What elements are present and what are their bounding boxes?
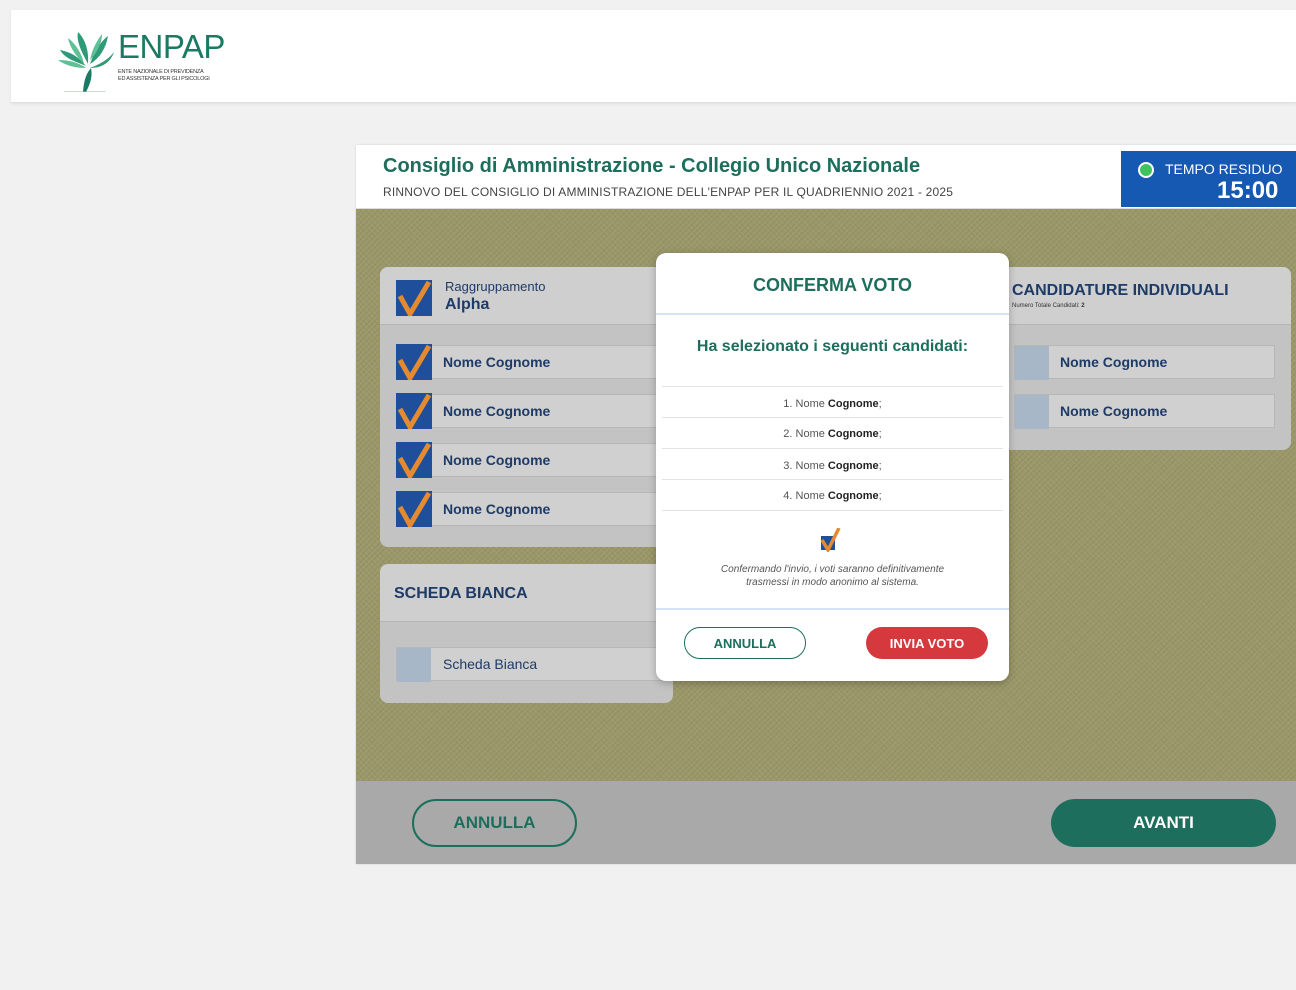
group-label: Raggruppamento [445,279,546,294]
modal-divider [656,313,1009,315]
individual-title: CANDIDATURE INDIVIDUALI [1012,282,1229,299]
selection-item: 1. Nome Cognome; [783,398,882,410]
unchecked-box-icon[interactable] [397,648,431,682]
ballot-title: Consiglio di Amministrazione - Collegio … [383,155,921,177]
unchecked-box-icon[interactable] [1015,395,1049,429]
timer-box: TEMPO RESIDUO 15:00 [1121,151,1296,207]
group-checked-icon[interactable] [396,280,432,316]
selection-item: 2. Nome Cognome; [783,428,882,440]
modal-note: Confermando l'invio, i voti saranno defi… [720,564,945,588]
candidate-name: Nome Cognome [1060,354,1168,370]
vote-check-icon [820,528,841,552]
logo-subtitle-line-2: ED ASSISTENZA PER GLI PSICOLOGI [118,76,210,82]
site-header: ENPAP ENTE NAZIONALE DI PREVIDENZA ED AS… [11,10,1296,103]
modal-title: CONFERMA VOTO [752,275,912,295]
checked-icon[interactable] [396,442,432,478]
candidate-name: Nome Cognome [1060,403,1168,419]
modal-cancel-button[interactable]: ANNULLA [684,627,806,659]
unchecked-box-icon[interactable] [1015,346,1049,380]
candidate-name: Nome Cognome [443,501,551,517]
individual-count: Numero Totale Candidati: 2 [1012,303,1085,309]
candidate-name: Nome Cognome [443,452,551,468]
modal-lead: Ha selezionato i seguenti candidati: [696,338,969,355]
ballot-footer: ANNULLA AVANTI [356,781,1296,864]
checked-icon[interactable] [396,491,432,527]
selection-divider [662,448,1003,449]
send-vote-button[interactable]: INVIA VOTO [866,627,988,659]
candidate-name: Nome Cognome [443,403,551,419]
cancel-button[interactable]: ANNULLA [412,799,577,847]
timer-label: TEMPO RESIDUO [1165,161,1283,177]
checked-icon[interactable] [396,344,432,380]
enpap-logo: ENPAP ENTE NAZIONALE DI PREVIDENZA ED AS… [56,30,225,92]
checked-icon[interactable] [396,393,432,429]
timer-value: 15:00 [1217,177,1279,204]
timer-status-icon [1138,162,1154,178]
selection-item: 3. Nome Cognome; [783,460,882,472]
blank-title: SCHEDA BIANCA [394,585,528,602]
logo-subtitle-line-1: ENTE NAZIONALE DI PREVIDENZA [118,69,204,75]
tree-logo-icon [58,32,114,92]
candidate-name: Nome Cognome [443,354,551,370]
blank-option-label: Scheda Bianca [443,656,538,672]
selection-divider [662,386,1003,387]
selection-divider [662,417,1003,418]
logo-name: ENPAP [118,28,225,65]
group-name: Alpha [445,296,490,313]
selection-item: 4. Nome Cognome; [783,490,882,502]
selection-divider [662,479,1003,480]
ballot-subtitle: RINNOVO DEL CONSIGLIO DI AMMINISTRAZIONE… [383,185,954,199]
modal-divider [656,608,1009,610]
logo-text: ENPAP ENTE NAZIONALE DI PREVIDENZA ED AS… [118,30,225,83]
selection-divider [662,510,1003,511]
next-button[interactable]: AVANTI [1051,799,1276,847]
ballot-header: Consiglio di Amministrazione - Collegio … [356,145,1296,209]
confirm-vote-modal: CONFERMA VOTO Ha selezionato i seguenti … [656,253,1009,681]
